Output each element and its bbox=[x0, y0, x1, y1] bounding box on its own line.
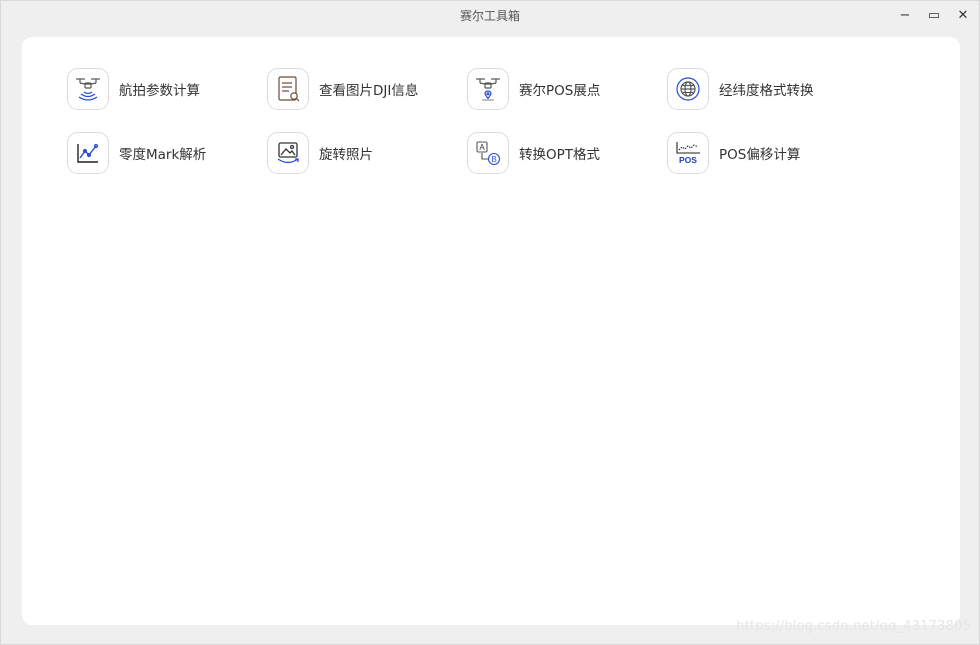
tool-label: 航拍参数计算 bbox=[119, 83, 200, 99]
close-button[interactable]: ✕ bbox=[953, 5, 973, 25]
a-letter: A bbox=[479, 143, 485, 152]
close-icon: ✕ bbox=[957, 7, 969, 23]
drone-pin-icon bbox=[467, 68, 509, 110]
window-title: 赛尔工具箱 bbox=[459, 9, 520, 23]
pos-offset-icon: POS bbox=[667, 132, 709, 174]
drone-signal-icon bbox=[67, 68, 109, 110]
line-chart-icon bbox=[67, 132, 109, 174]
document-search-icon bbox=[267, 68, 309, 110]
tool-aerial-params[interactable]: 航拍参数计算 bbox=[67, 67, 200, 111]
b-letter: B bbox=[491, 155, 496, 164]
tool-rotate-photo[interactable]: 旋转照片 bbox=[267, 131, 373, 175]
tool-mark-parse[interactable]: 零度Mark解析 bbox=[67, 131, 206, 175]
rotate-image-icon bbox=[267, 132, 309, 174]
maximize-button[interactable]: ▭ bbox=[924, 5, 944, 25]
app-window: 赛尔工具箱 − ▭ ✕ 航拍参数计算 查看图片DJI信息 赛尔POS展点 经纬度… bbox=[0, 0, 980, 645]
tool-pos-offset[interactable]: POS POS偏移计算 bbox=[667, 131, 800, 175]
tool-label: POS偏移计算 bbox=[719, 147, 801, 163]
tool-panel: 航拍参数计算 查看图片DJI信息 赛尔POS展点 经纬度格式转换 零度Mark解… bbox=[22, 37, 960, 625]
tool-label: 转换OPT格式 bbox=[519, 147, 601, 163]
globe-icon bbox=[667, 68, 709, 110]
tool-label: 经纬度格式转换 bbox=[719, 83, 814, 99]
tool-opt-convert[interactable]: A B 转换OPT格式 bbox=[467, 131, 600, 175]
tool-latlng-convert[interactable]: 经纬度格式转换 bbox=[667, 67, 814, 111]
minimize-button[interactable]: − bbox=[895, 5, 915, 25]
maximize-icon: ▭ bbox=[927, 7, 941, 23]
pos-text: POS bbox=[679, 155, 697, 165]
tool-label: 赛尔POS展点 bbox=[519, 83, 601, 99]
tool-label: 旋转照片 bbox=[319, 147, 373, 163]
tool-label: 零度Mark解析 bbox=[119, 147, 207, 163]
watermark: https://blog.csdn.net/qq_43173805 bbox=[736, 619, 971, 634]
title-bar[interactable]: 赛尔工具箱 − ▭ ✕ bbox=[1, 1, 979, 29]
a-to-b-icon: A B bbox=[467, 132, 509, 174]
tool-dji-info[interactable]: 查看图片DJI信息 bbox=[267, 67, 418, 111]
minimize-icon: − bbox=[899, 7, 911, 23]
tool-pos-plot[interactable]: 赛尔POS展点 bbox=[467, 67, 600, 111]
tool-label: 查看图片DJI信息 bbox=[319, 83, 419, 99]
